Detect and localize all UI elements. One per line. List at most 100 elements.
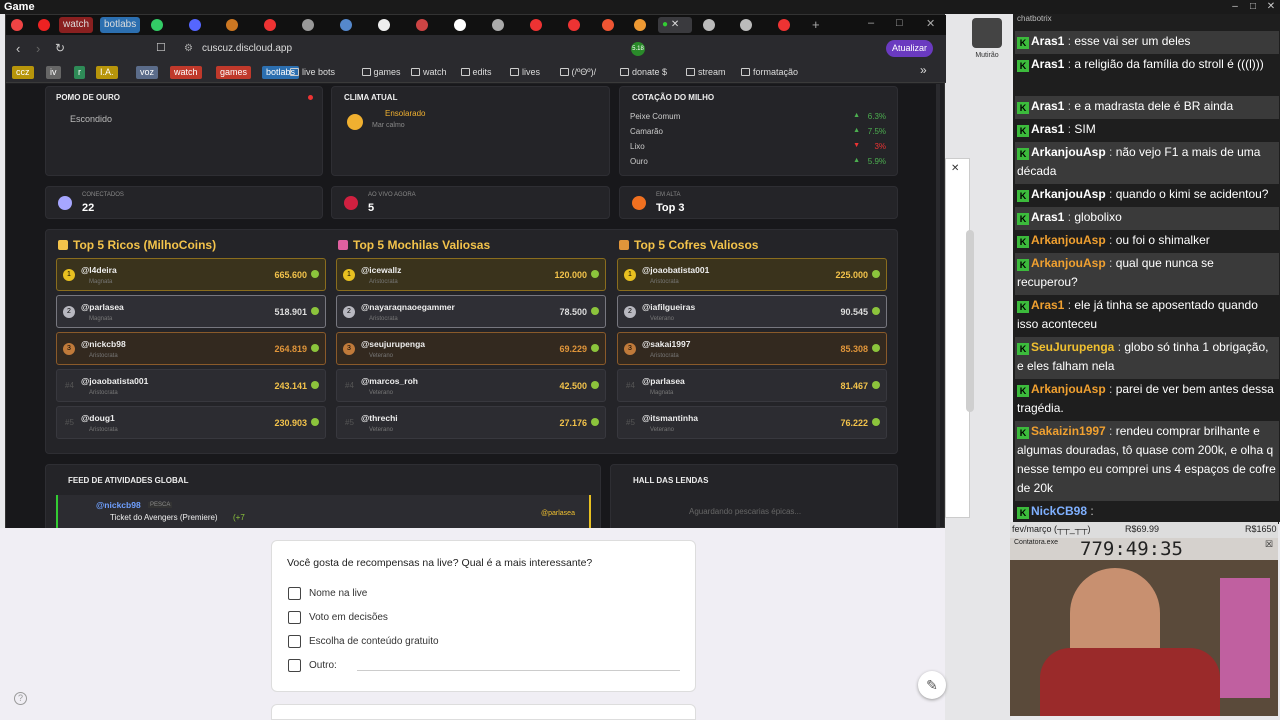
chat-nick[interactable]: ArkanjouAsp xyxy=(1031,145,1106,159)
edit-pencil-icon[interactable]: ✎ xyxy=(918,671,946,699)
ranking-value: 665.600 xyxy=(274,270,307,280)
tab-icon[interactable] xyxy=(378,19,390,31)
chat-nick[interactable]: ArkanjouAsp xyxy=(1031,187,1106,201)
chat-nick[interactable]: Sakaizin1997 xyxy=(1031,424,1106,438)
more-bookmarks-icon[interactable]: » xyxy=(920,64,927,77)
bookmark-item[interactable]: live bots xyxy=(302,66,335,79)
tab-icon[interactable] xyxy=(778,19,790,31)
tab-icon[interactable] xyxy=(703,19,715,31)
bookmark-tag[interactable]: watch xyxy=(170,66,202,79)
site-info-icon[interactable]: ⚙ xyxy=(184,43,193,54)
other-input-line[interactable] xyxy=(357,670,680,671)
mod-badge-icon: K xyxy=(1017,427,1029,439)
close-icon[interactable]: ✕ xyxy=(926,17,935,30)
scrollbar-thumb[interactable] xyxy=(966,230,974,412)
bookmark-tag[interactable]: voz xyxy=(136,66,159,79)
maximize-icon[interactable]: □ xyxy=(896,17,903,29)
tab-icon[interactable] xyxy=(634,19,646,31)
mod-badge-icon: K xyxy=(1017,343,1029,355)
ranking-row: #5 @itsmantinha Veterano 76.222 xyxy=(617,406,887,439)
bookmark-tag[interactable]: games xyxy=(216,66,252,79)
tab-icon[interactable] xyxy=(568,19,580,31)
close-icon[interactable]: ☒ xyxy=(1265,539,1273,550)
option-checkbox[interactable] xyxy=(288,635,301,648)
option-checkbox[interactable] xyxy=(288,587,301,600)
bookmark-tag[interactable]: ccz xyxy=(12,66,34,79)
bronze-medal-icon: 3 xyxy=(343,343,355,355)
option-checkbox[interactable] xyxy=(288,659,301,672)
chat-separator: : xyxy=(1105,187,1116,201)
ranking-rank: Veterano xyxy=(650,316,675,322)
extension-badge[interactable]: 5.18 xyxy=(631,42,645,56)
mod-badge-icon: K xyxy=(1017,385,1029,397)
close-icon[interactable]: ✕ xyxy=(951,163,959,174)
chat-nick[interactable]: SeuJurupenga xyxy=(1031,340,1114,354)
tab-icon[interactable] xyxy=(530,19,542,31)
chat-nick[interactable]: Aras1 xyxy=(1031,57,1064,71)
tab-icon[interactable] xyxy=(226,19,238,31)
sun-icon xyxy=(347,114,363,130)
forward-icon[interactable]: › xyxy=(36,41,40,56)
chat-separator: : xyxy=(1105,233,1116,247)
minimize-icon[interactable]: – xyxy=(868,17,874,29)
chat-nick[interactable]: Aras1 xyxy=(1031,298,1064,312)
tab-icon[interactable] xyxy=(151,19,163,31)
chat-nick[interactable]: Aras1 xyxy=(1031,122,1064,136)
rank-number: #4 xyxy=(626,381,635,390)
maximize-icon[interactable]: □ xyxy=(1244,0,1262,14)
minimize-icon[interactable]: – xyxy=(1226,0,1244,14)
ranking-rank: Aristocrata xyxy=(650,279,679,285)
back-icon[interactable]: ‹ xyxy=(16,41,20,56)
bookmark-item[interactable]: donate $ xyxy=(632,66,667,79)
tab-watch[interactable]: watch xyxy=(59,17,94,33)
bookmark-item[interactable]: edits xyxy=(473,66,492,79)
option-checkbox[interactable] xyxy=(288,611,301,624)
chat-text: e a madrasta dele é BR ainda xyxy=(1074,99,1234,113)
chat-nick[interactable]: Aras1 xyxy=(1031,99,1064,113)
tab-icon[interactable] xyxy=(189,19,201,31)
bookmark-tag[interactable]: iv xyxy=(46,66,61,79)
bookmark-item[interactable]: formatação xyxy=(753,66,798,79)
tab-botlabs[interactable]: botlabs xyxy=(100,17,141,33)
bookmark-tag[interactable]: I.A. xyxy=(96,66,118,79)
url-field[interactable]: ⚙ cuscuz.discloud.app xyxy=(176,39,576,59)
bookmark-item[interactable]: lives xyxy=(522,66,540,79)
youtube-icon[interactable] xyxy=(38,19,50,31)
chat-message: K SeuJurupenga : globo só tinha 1 obrigaç… xyxy=(1015,337,1279,379)
ranking-value: 69.229 xyxy=(559,344,587,354)
tab-icon[interactable] xyxy=(602,19,614,31)
bookmark-item[interactable]: games xyxy=(374,66,401,79)
close-icon[interactable]: ✕ xyxy=(1262,0,1280,14)
tab-icon[interactable] xyxy=(264,19,276,31)
coin-icon xyxy=(872,344,880,352)
chat-nick[interactable]: ArkanjouAsp xyxy=(1031,233,1106,247)
bookmark-item[interactable]: watch xyxy=(423,66,447,79)
bookmark-tag[interactable]: r xyxy=(74,66,85,79)
chat-nick[interactable]: Aras1 xyxy=(1031,210,1064,224)
tab-icon[interactable] xyxy=(492,19,504,31)
help-icon[interactable]: ? xyxy=(14,692,27,705)
ranking-user: @nickcb98 xyxy=(81,339,126,349)
bookmark-item[interactable]: stream xyxy=(698,66,726,79)
ranking-row: 2 @iafilgueiras Veterano 90.545 xyxy=(617,295,887,328)
tab-icon[interactable] xyxy=(340,19,352,31)
tab-favicon[interactable] xyxy=(11,19,23,31)
desktop-app-icon[interactable] xyxy=(972,18,1002,48)
scrollbar[interactable] xyxy=(936,84,940,529)
reload-icon[interactable]: ↻ xyxy=(55,41,65,55)
next-card xyxy=(271,704,696,720)
chat-message: K ArkanjouAsp : parei de ver bem antes de… xyxy=(1015,379,1279,421)
update-button[interactable]: Atualizar xyxy=(886,40,934,57)
tab-icon[interactable] xyxy=(454,19,466,31)
bookmark-icon[interactable]: ☐ xyxy=(156,41,166,54)
tab-active[interactable]: ● ✕ xyxy=(658,17,692,33)
chat-nick[interactable]: ArkanjouAsp xyxy=(1031,382,1106,396)
new-tab-icon[interactable]: + xyxy=(812,17,820,32)
chat-nick[interactable]: ArkanjouAsp xyxy=(1031,256,1106,270)
chat-nick[interactable]: Aras1 xyxy=(1031,34,1064,48)
tab-icon[interactable] xyxy=(416,19,428,31)
tab-icon[interactable] xyxy=(740,19,752,31)
chat-nick[interactable]: NickCB98 xyxy=(1031,504,1087,518)
tab-icon[interactable] xyxy=(302,19,314,31)
bookmark-item[interactable]: (/ºΘº)/ xyxy=(572,66,597,79)
